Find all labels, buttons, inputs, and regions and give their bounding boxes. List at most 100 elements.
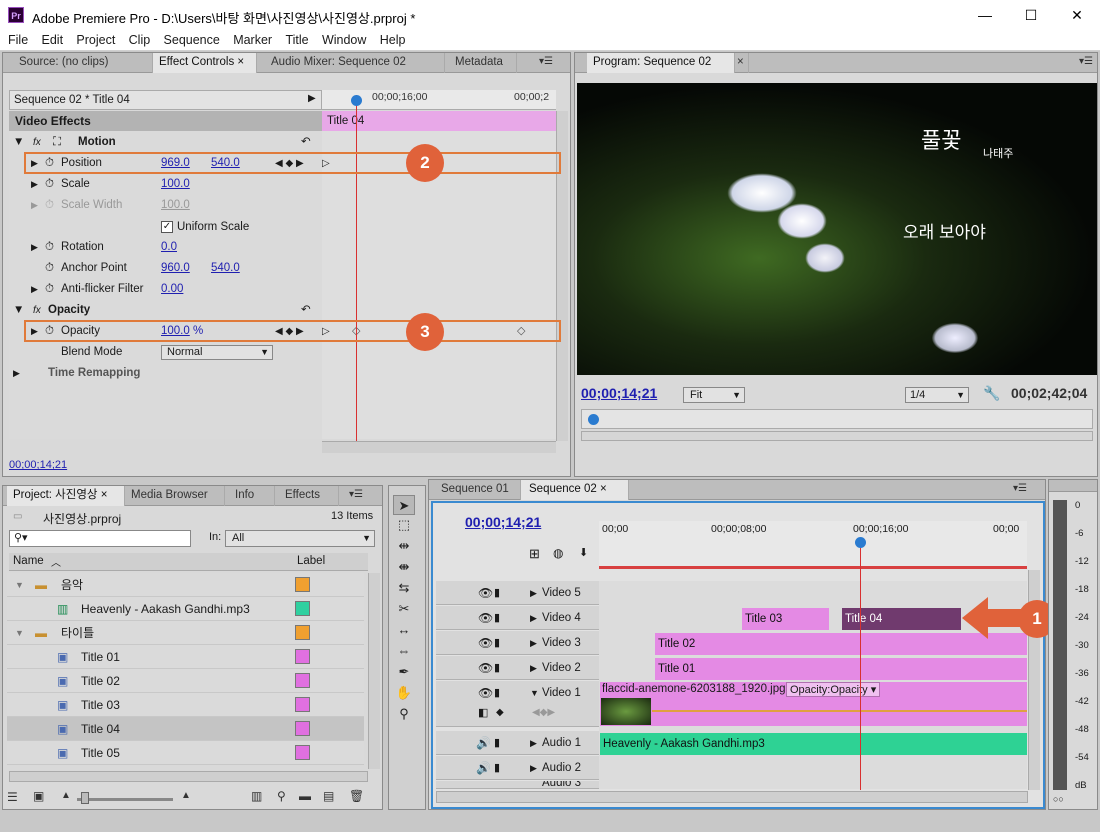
tab-project[interactable]: Project: 사진영상 ×	[7, 486, 125, 506]
timeline-timecode[interactable]: 00;00;14;21	[465, 514, 541, 530]
project-scrollbar[interactable]	[368, 573, 380, 769]
in-filter-select[interactable]: All ▼	[225, 530, 375, 547]
sync-lock-icon[interactable]: ▮	[494, 731, 500, 755]
blend-mode-select[interactable]: Normal ▼	[161, 345, 273, 360]
ec-zoom-scrollbar[interactable]	[322, 441, 556, 453]
tab-media-browser[interactable]: Media Browser	[125, 486, 225, 506]
maximize-button[interactable]: ☐	[1008, 0, 1054, 31]
pen-tool-icon[interactable]: ✒	[393, 662, 415, 682]
project-item-row[interactable]: ▣ Title 04	[7, 717, 364, 741]
camera-icon[interactable]: ▮	[494, 656, 500, 680]
razor-tool-icon[interactable]: ✂	[393, 599, 415, 619]
panel-menu-icon[interactable]: ▾☰	[539, 56, 553, 67]
project-item-row[interactable]: ▣ Title 05	[7, 741, 364, 765]
motion-expand-icon[interactable]: ▼	[13, 132, 24, 153]
zoom-tool-icon[interactable]: ⚲	[393, 704, 415, 724]
display-style-icon[interactable]: ◧	[478, 701, 488, 725]
label-color-swatch[interactable]	[295, 721, 310, 736]
tab-metadata[interactable]: Metadata	[445, 53, 517, 73]
anchor-y-value[interactable]: 540.0	[211, 258, 240, 279]
zoom-slider-thumb[interactable]	[81, 792, 89, 804]
keyframe-toggle-icon[interactable]: ◆	[496, 701, 504, 725]
eye-icon[interactable]: 👁	[478, 581, 493, 605]
folder-expand-icon[interactable]: ▼	[15, 573, 24, 597]
camera-icon[interactable]: ▮	[494, 581, 500, 605]
tab-program[interactable]: Program: Sequence 02	[587, 53, 735, 73]
ec-keyframe-area[interactable]	[322, 131, 556, 439]
tab-close-icon[interactable]: ×	[237, 56, 244, 68]
program-playhead-handle[interactable]	[588, 414, 599, 425]
tab-effect-controls[interactable]: Effect Controls ×	[153, 53, 257, 73]
antiflicker-expand-icon[interactable]: ▶	[31, 279, 38, 300]
sync-lock-icon[interactable]: ▮	[494, 756, 500, 780]
track-video-3[interactable]: 👁 ▮ ▶ Video 3	[436, 631, 599, 655]
program-time-ruler[interactable]	[581, 409, 1093, 429]
new-bin-icon[interactable]: ▬	[299, 789, 311, 803]
antiflicker-stopwatch-icon[interactable]: ⏱	[45, 279, 54, 300]
zoom-slider[interactable]	[77, 798, 173, 801]
play-only-clip-icon[interactable]: ▶	[308, 93, 316, 104]
ripple-edit-tool-icon[interactable]: ⇹	[393, 536, 415, 556]
track-audio-1[interactable]: 🔊 ▮ ▶ Audio 1	[436, 731, 599, 755]
tab-source[interactable]: Source: (no clips)	[13, 53, 153, 73]
ec-clip-bar[interactable]: Title 04	[322, 111, 556, 131]
delete-icon[interactable]: 🗑	[349, 789, 364, 803]
antiflicker-value[interactable]: 0.00	[161, 279, 183, 300]
wrench-icon[interactable]: 🔧	[983, 385, 1000, 402]
anchor-x-value[interactable]: 960.0	[161, 258, 190, 279]
tab-sequence-01[interactable]: Sequence 01	[433, 480, 521, 500]
sequence-clip-selector[interactable]: Sequence 02 * Title 04 ▶	[9, 90, 322, 110]
label-color-swatch[interactable]	[295, 601, 310, 616]
track-expand-icon[interactable]: ▶	[530, 581, 537, 605]
track-expand-icon[interactable]: ▶	[530, 756, 537, 780]
transform-icon[interactable]: ⛶	[53, 132, 61, 153]
rotation-expand-icon[interactable]: ▶	[31, 237, 38, 258]
track-video-4[interactable]: 👁 ▮ ▶ Video 4	[436, 606, 599, 630]
timeline-h-scrollbar[interactable]	[436, 791, 1028, 803]
sort-ascending-icon[interactable]: ︿	[51, 554, 61, 569]
menu-title[interactable]: Title	[285, 31, 308, 50]
track-audio-3[interactable]: Audio 3	[436, 781, 599, 789]
hand-tool-icon[interactable]: ✋	[393, 683, 415, 703]
track-audio-2[interactable]: 🔊 ▮ ▶ Audio 2	[436, 756, 599, 780]
timeline-playhead[interactable]	[860, 548, 861, 790]
automate-to-sequence-icon[interactable]: ▥	[251, 789, 262, 803]
solo-buttons-icon[interactable]: ○○	[1053, 794, 1064, 804]
col-label[interactable]: Label	[297, 555, 325, 567]
track-expand-icon[interactable]: ▶	[530, 731, 537, 755]
label-color-swatch[interactable]	[295, 697, 310, 712]
globe-icon[interactable]: ◍	[553, 546, 563, 560]
camera-icon[interactable]: ▮	[494, 631, 500, 655]
label-color-swatch[interactable]	[295, 625, 310, 640]
project-item-row[interactable]: ▣ Title 02	[7, 669, 364, 693]
icon-view-icon[interactable]: ▣	[33, 789, 44, 803]
zoom-out-icon[interactable]: ▲	[61, 790, 71, 801]
minimize-button[interactable]: —	[962, 0, 1008, 31]
opacity-reset-icon[interactable]: ↶	[301, 300, 311, 321]
eye-icon[interactable]: 👁	[478, 606, 493, 630]
project-item-row[interactable]: ▥ Heavenly - Aakash Gandhi.mp3	[7, 597, 364, 621]
folder-expand-icon[interactable]: ▼	[15, 621, 24, 645]
resolution-select[interactable]: 1/4 ▼	[905, 387, 969, 403]
label-color-swatch[interactable]	[295, 577, 310, 592]
timeline-playhead-handle[interactable]	[855, 537, 866, 548]
ec-timecode[interactable]: 00;00;14;21	[9, 459, 67, 471]
work-area-bar[interactable]	[599, 566, 1027, 569]
opacity-section-expand-icon[interactable]: ▼	[13, 300, 24, 321]
menu-clip[interactable]: Clip	[129, 31, 151, 50]
slip-tool-icon[interactable]: ↔	[393, 620, 415, 640]
label-color-swatch[interactable]	[295, 649, 310, 664]
snap-icon[interactable]: ⊞	[529, 546, 540, 562]
uniform-scale-checkbox[interactable]: ✓	[161, 221, 173, 233]
track-video-5[interactable]: 👁 ▮ ▶ Video 5	[436, 581, 599, 605]
close-window-button[interactable]: ✕	[1054, 0, 1100, 31]
rolling-edit-tool-icon[interactable]: ⇼	[393, 557, 415, 577]
project-panel-menu-icon[interactable]: ▾☰	[349, 489, 363, 500]
project-folder-row[interactable]: ▼ ▬ 타이틀	[7, 621, 364, 645]
project-item-row[interactable]: ▣ Title 01	[7, 645, 364, 669]
menu-help[interactable]: Help	[380, 31, 406, 50]
find-icon[interactable]: ⚲	[277, 789, 286, 803]
clip-audio-1[interactable]: Heavenly - Aakash Gandhi.mp3	[600, 733, 1027, 755]
menu-marker[interactable]: Marker	[233, 31, 272, 50]
opacity-keyframe-select[interactable]: Opacity:Opacity ▾	[786, 682, 881, 697]
